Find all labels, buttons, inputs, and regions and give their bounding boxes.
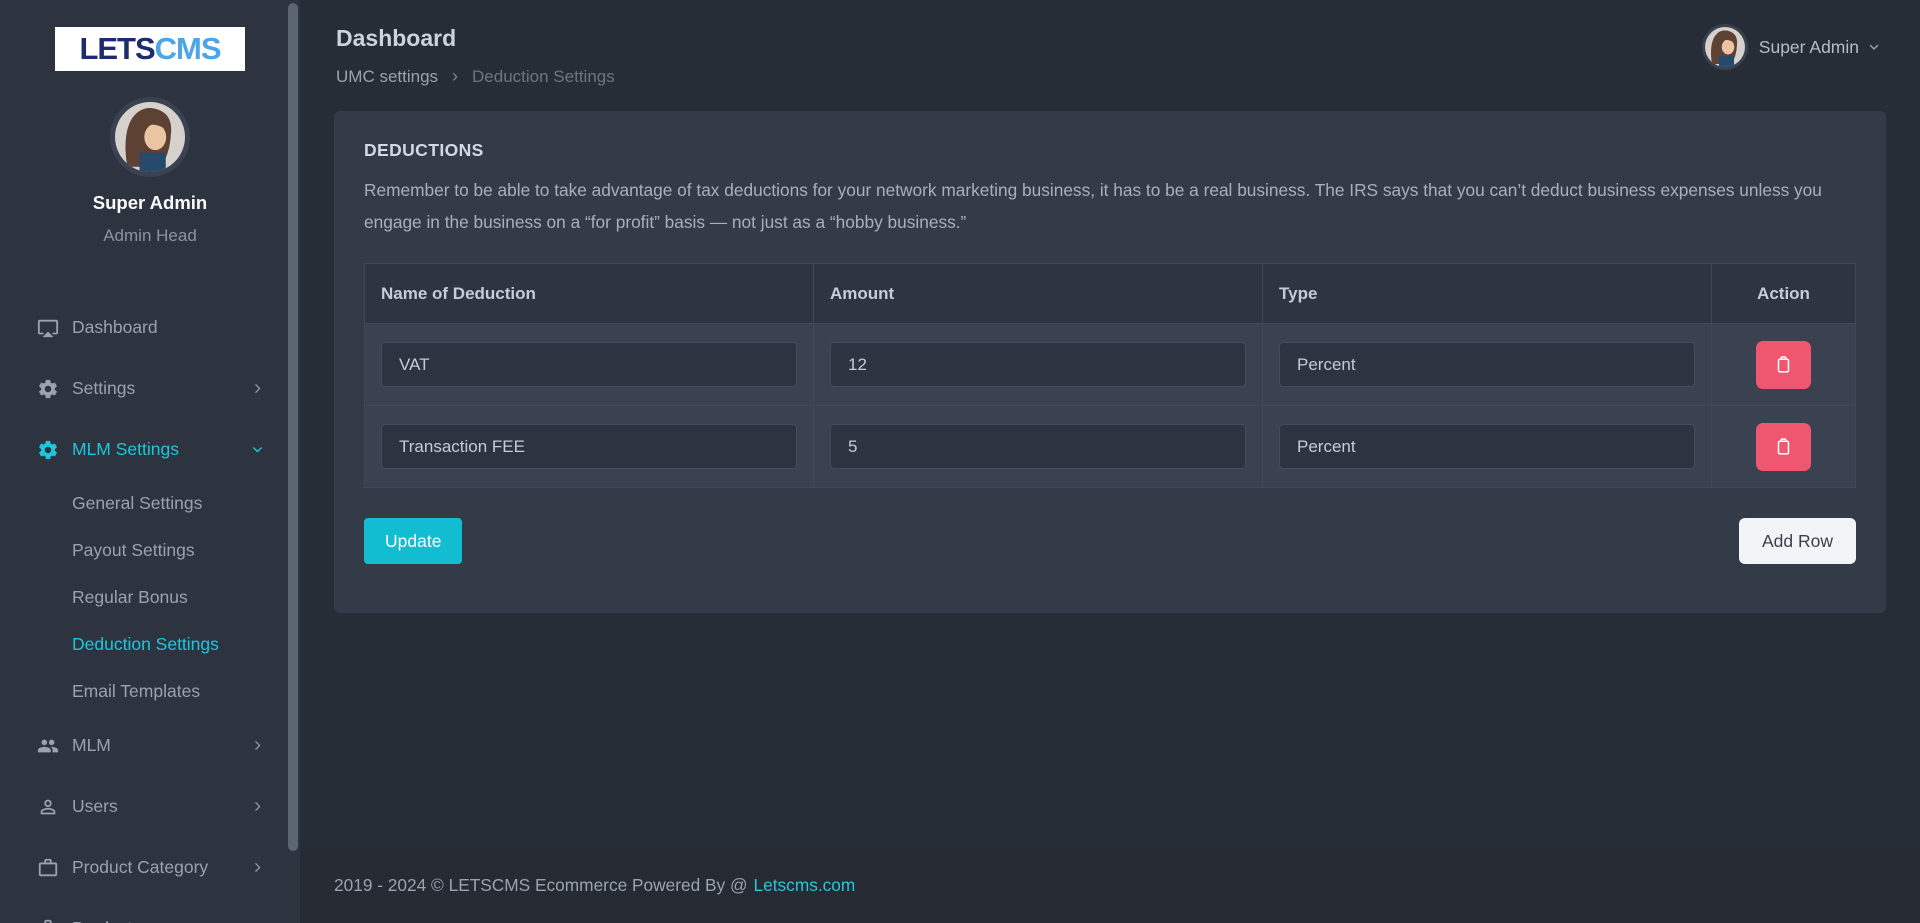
sidebar-item-label: Product — [72, 918, 132, 923]
column-header-name: Name of Deduction — [365, 264, 814, 324]
user-avatar — [1705, 27, 1745, 67]
sidebar-item-users[interactable]: Users — [0, 776, 300, 837]
sidebar-item-dashboard[interactable]: Dashboard — [0, 297, 300, 358]
add-row-button[interactable]: Add Row — [1739, 518, 1856, 564]
sidebar-item-mlm-settings[interactable]: MLM Settings — [0, 419, 300, 480]
sidebar-item-product-category[interactable]: Product Category — [0, 837, 300, 898]
profile-avatar[interactable] — [115, 102, 185, 172]
sidebar-item-product[interactable]: Product — [0, 898, 300, 923]
column-header-amount: Amount — [814, 264, 1263, 324]
chevron-right-icon — [251, 861, 264, 874]
column-header-action: Action — [1712, 264, 1856, 324]
avatar-image — [1705, 27, 1745, 67]
briefcase-icon — [37, 857, 59, 879]
people-group-icon — [37, 735, 59, 757]
deduction-type-input[interactable] — [1279, 424, 1695, 469]
gear-icon — [37, 378, 59, 400]
letscms-link[interactable]: Letscms.com — [754, 875, 856, 896]
chevron-down-icon — [251, 443, 264, 456]
breadcrumb-parent[interactable]: UMC settings — [336, 67, 438, 87]
person-icon — [37, 796, 59, 818]
deduction-amount-input[interactable] — [830, 342, 1246, 387]
sidebar-item-label: Deduction Settings — [72, 634, 219, 655]
user-menu[interactable]: Super Admin — [1705, 27, 1880, 67]
deduction-amount-input[interactable] — [830, 424, 1246, 469]
sidebar-item-label: Users — [72, 796, 118, 817]
page-title: Dashboard — [336, 25, 1884, 52]
table-row — [365, 324, 1856, 406]
deductions-table: Name of Deduction Amount Type Action — [364, 263, 1856, 488]
trash-icon — [1773, 353, 1794, 376]
copyright-text: 2019 - 2024 © LETSCMS Ecommerce Powered … — [334, 875, 748, 896]
table-row — [365, 406, 1856, 488]
chevron-down-icon — [1868, 41, 1880, 53]
sidebar-scrollbar[interactable] — [288, 3, 298, 851]
profile-name: Super Admin — [0, 192, 300, 214]
logo-text-cms: CMS — [155, 31, 221, 67]
sidebar-item-label: General Settings — [72, 493, 202, 514]
table-header-row: Name of Deduction Amount Type Action — [365, 264, 1856, 324]
sidebar-item-label: Settings — [72, 378, 135, 399]
profile-role: Admin Head — [0, 226, 300, 246]
sidebar-menu: Dashboard Settings MLM Settings General … — [0, 297, 300, 923]
sidebar-item-regular-bonus[interactable]: Regular Bonus — [0, 574, 300, 621]
footer: 2019 - 2024 © LETSCMS Ecommerce Powered … — [300, 848, 1920, 923]
delete-row-button[interactable] — [1756, 423, 1811, 471]
deduction-name-input[interactable] — [381, 342, 797, 387]
sidebar-item-label: Dashboard — [72, 317, 158, 338]
chevron-right-icon — [251, 800, 264, 813]
avatar-image — [115, 102, 185, 172]
card-actions: Update Add Row — [364, 518, 1856, 564]
deduction-type-input[interactable] — [1279, 342, 1695, 387]
sidebar-item-label: Regular Bonus — [72, 587, 188, 608]
chevron-right-icon — [251, 382, 264, 395]
logo-text-lets: LETS — [79, 31, 154, 67]
page-header: Dashboard UMC settings › Deduction Setti… — [300, 0, 1920, 98]
sidebar-item-settings[interactable]: Settings — [0, 358, 300, 419]
sidebar-item-email-templates[interactable]: Email Templates — [0, 668, 300, 715]
dashboard-monitor-icon — [37, 317, 59, 339]
breadcrumb: UMC settings › Deduction Settings — [336, 66, 1884, 87]
chevron-right-icon — [251, 739, 264, 752]
column-header-type: Type — [1263, 264, 1712, 324]
sidebar-item-label: MLM Settings — [72, 439, 179, 460]
deductions-card: DEDUCTIONS Remember to be able to take a… — [334, 111, 1886, 613]
delete-row-button[interactable] — [1756, 341, 1811, 389]
sidebar-item-label: MLM — [72, 735, 111, 756]
main-content: Dashboard UMC settings › Deduction Setti… — [300, 0, 1920, 923]
sidebar-item-mlm[interactable]: MLM — [0, 715, 300, 776]
sidebar: LETSCMS Super Admin Admin Head Dashboard… — [0, 0, 300, 923]
breadcrumb-current: Deduction Settings — [472, 67, 615, 87]
update-button[interactable]: Update — [364, 518, 462, 564]
deduction-name-input[interactable] — [381, 424, 797, 469]
briefcase-icon — [37, 918, 59, 923]
card-title: DEDUCTIONS — [364, 140, 1856, 161]
trash-icon — [1773, 435, 1794, 458]
sidebar-item-payout-settings[interactable]: Payout Settings — [0, 527, 300, 574]
user-name: Super Admin — [1759, 37, 1859, 58]
sidebar-item-label: Product Category — [72, 857, 208, 878]
sidebar-item-label: Email Templates — [72, 681, 200, 702]
breadcrumb-separator-icon: › — [452, 66, 458, 87]
sidebar-item-deduction-settings[interactable]: Deduction Settings — [0, 621, 300, 668]
card-description: Remember to be able to take advantage of… — [364, 174, 1856, 238]
gear-icon — [37, 439, 59, 461]
sidebar-item-general-settings[interactable]: General Settings — [0, 480, 300, 527]
sidebar-item-label: Payout Settings — [72, 540, 195, 561]
letscms-logo[interactable]: LETSCMS — [55, 27, 245, 71]
